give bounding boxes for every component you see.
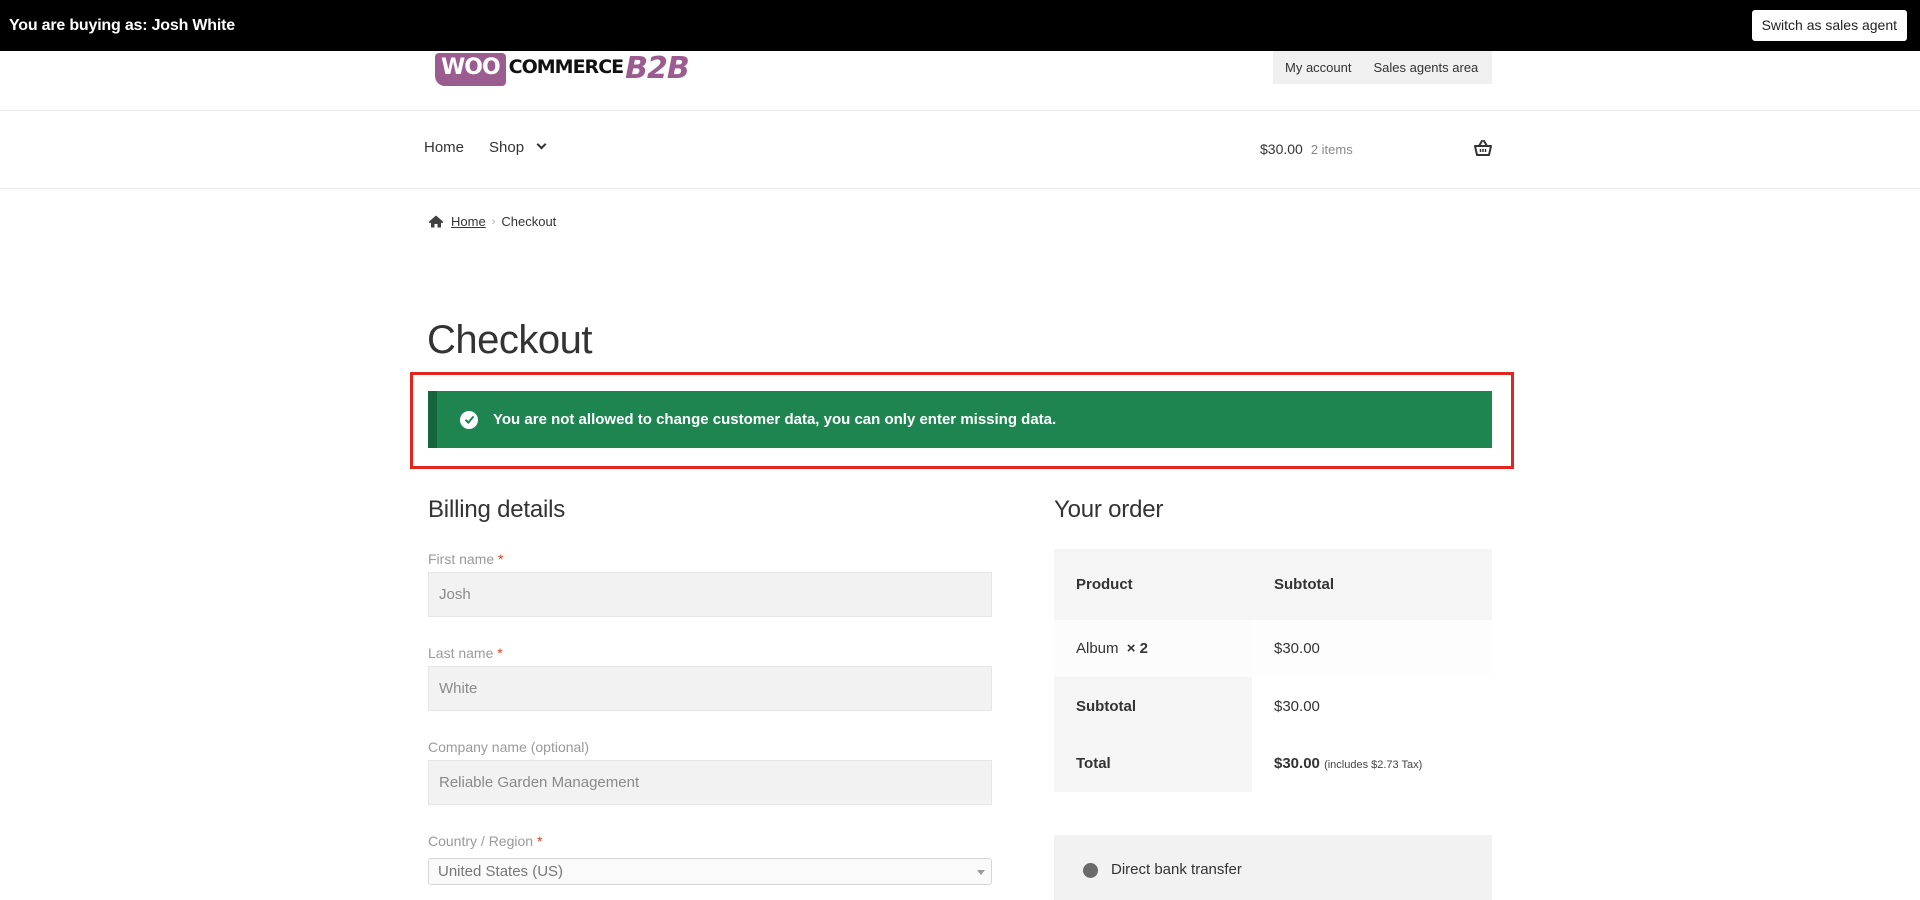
company-name-label: Company name (optional) — [428, 739, 590, 755]
first-name-label: First name * — [428, 551, 503, 567]
subtotal-column-header: Subtotal — [1274, 576, 1334, 593]
check-circle-icon — [460, 410, 478, 429]
caret-down-icon — [977, 870, 985, 875]
cart-items-count: 2 items — [1310, 141, 1353, 157]
my-account-link[interactable]: My account — [1285, 60, 1351, 75]
nav-shop[interactable]: Shop — [489, 139, 547, 156]
breadcrumb-home-link[interactable]: Home — [451, 214, 486, 229]
order-total-cell: $30.00 (includes $2.73 Tax) — [1252, 735, 1492, 792]
table-row: Total $30.00 (includes $2.73 Tax) — [1054, 735, 1492, 792]
your-order-title: Your order — [1054, 496, 1164, 523]
country-select[interactable]: United States (US) — [428, 858, 992, 885]
logo-woo: WOO — [435, 53, 506, 86]
first-name-input[interactable] — [428, 572, 992, 617]
table-row: Subtotal $30.00 — [1054, 677, 1492, 735]
site-header: WOO COMMERCE B2B My account Sales agents… — [0, 51, 1920, 111]
last-name-label: Last name * — [428, 645, 503, 661]
last-name-input[interactable] — [428, 666, 992, 711]
logo-commerce: COMMERCE — [508, 56, 624, 78]
required-marker: * — [497, 645, 503, 661]
logo-b2b: B2B — [625, 51, 690, 86]
product-subtotal: $30.00 — [1252, 620, 1492, 677]
buying-as-text: You are buying as: Josh White — [9, 16, 235, 34]
header-cart[interactable]: $30.00 2 items — [1260, 140, 1492, 157]
cart-amount: $30.00 — [1260, 141, 1303, 157]
required-marker: * — [498, 551, 504, 567]
cart-subtotal-value: $30.00 — [1252, 677, 1492, 735]
product-quantity: × 2 — [1126, 640, 1148, 657]
country-label: Country / Region * — [428, 833, 542, 849]
order-table-header: Product Subtotal — [1054, 549, 1492, 620]
country-label-text: Country / Region — [428, 833, 534, 849]
secondary-nav: My account Sales agents area — [1273, 51, 1492, 84]
sales-agent-bar: You are buying as: Josh White Switch as … — [0, 0, 1920, 51]
page-title: Checkout — [427, 318, 592, 362]
tax-note: (includes $2.73 Tax) — [1324, 759, 1423, 771]
primary-nav: Home Shop $30.00 2 items — [0, 111, 1920, 189]
product-name: Album — [1076, 640, 1119, 657]
payment-methods: Direct bank transfer — [1054, 835, 1492, 900]
basket-icon — [1474, 140, 1492, 156]
last-name-label-text: Last name — [428, 645, 494, 661]
product-name-cell: Album × 2 — [1054, 620, 1252, 677]
cart-subtotal-label: Subtotal — [1054, 677, 1252, 735]
required-marker: * — [536, 833, 543, 849]
order-total-label: Total — [1054, 735, 1252, 792]
direct-bank-transfer-label[interactable]: Direct bank transfer — [1111, 861, 1242, 878]
info-notice: You are not allowed to change customer d… — [428, 391, 1492, 448]
notice-message: You are not allowed to change customer d… — [493, 411, 1057, 428]
order-total-value: $30.00 — [1274, 755, 1320, 772]
chevron-down-icon — [536, 139, 547, 150]
home-icon — [428, 215, 444, 228]
switch-sales-agent-button[interactable]: Switch as sales agent — [1751, 10, 1907, 41]
order-review-table: Product Subtotal Album × 2 $30.00 Subtot… — [1054, 549, 1492, 792]
sales-agents-area-link[interactable]: Sales agents area — [1373, 60, 1478, 75]
first-name-label-text: First name — [428, 551, 495, 567]
breadcrumb-current: Checkout — [501, 214, 557, 229]
company-name-input[interactable] — [428, 760, 992, 805]
table-row: Album × 2 $30.00 — [1054, 620, 1492, 677]
nav-shop-label: Shop — [489, 139, 525, 156]
nav-home[interactable]: Home — [424, 139, 464, 156]
breadcrumb-separator-icon: › — [491, 215, 496, 228]
country-selected-value: United States (US) — [438, 863, 564, 880]
billing-details-title: Billing details — [428, 496, 566, 523]
breadcrumb: Home › Checkout — [428, 214, 556, 229]
site-logo[interactable]: WOO COMMERCE B2B — [435, 51, 690, 87]
product-column-header: Product — [1076, 576, 1133, 593]
direct-bank-transfer-radio[interactable] — [1083, 863, 1098, 878]
